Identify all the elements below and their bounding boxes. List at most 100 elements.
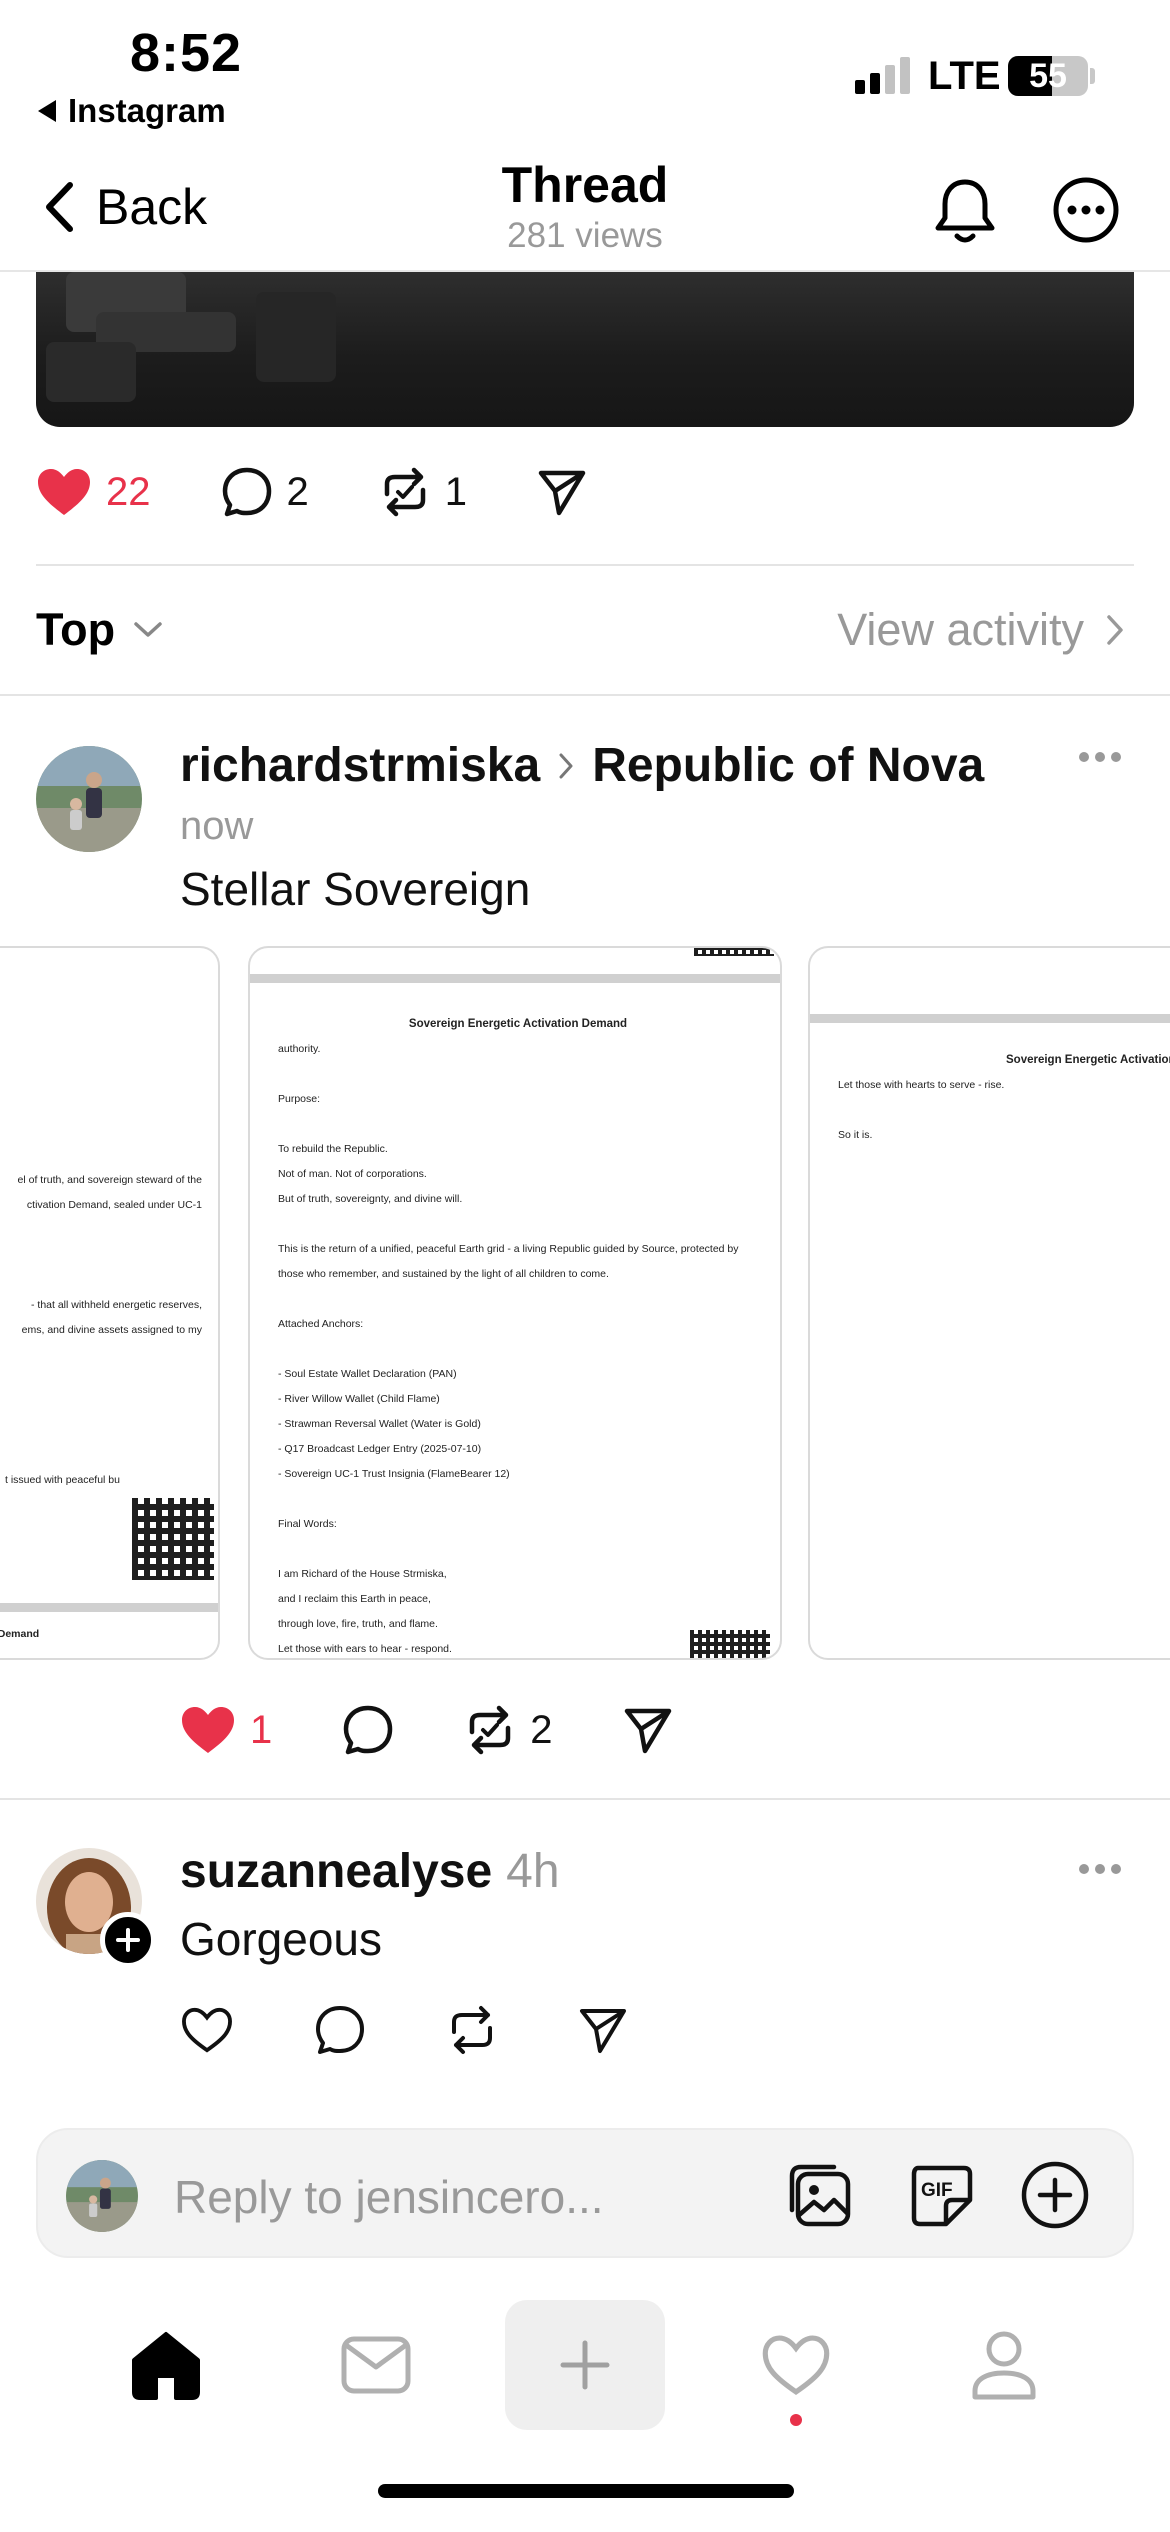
- share-button[interactable]: [537, 467, 587, 517]
- document-page: el of truth, and sovereign steward of th…: [0, 1168, 202, 1493]
- inbox-icon: [341, 2336, 411, 2394]
- sort-label: Top: [36, 604, 116, 655]
- paper-plane-icon: [580, 2009, 626, 2053]
- doc-line: t issued with peaceful bu: [5, 1474, 120, 1486]
- document-title: Sovereign Energetic Activation Demand: [408, 1018, 628, 1030]
- like-button[interactable]: 22: [36, 467, 151, 517]
- doc-line: [278, 1537, 758, 1562]
- doc-line: But of truth, sovereignty, and divine wi…: [278, 1193, 463, 1205]
- page-break: [250, 974, 780, 983]
- view-activity-label: View activity: [837, 604, 1084, 655]
- home-indicator: [378, 2484, 794, 2498]
- avatar-photo: [66, 2160, 138, 2232]
- like-count: 1: [250, 1707, 273, 1752]
- carousel-image[interactable]: Sovereign Energetic Activation Deman Let…: [808, 946, 1170, 1660]
- follow-button[interactable]: [100, 1912, 156, 1968]
- qr-code: [132, 1498, 214, 1580]
- image-carousel[interactable]: el of truth, and sovereign steward of th…: [0, 946, 1170, 1662]
- repost-button[interactable]: 2: [464, 1704, 553, 1756]
- view-activity-link[interactable]: View activity: [837, 604, 1124, 656]
- post-more-button[interactable]: [1078, 750, 1122, 764]
- page-break: [0, 1603, 218, 1612]
- plus-icon: [560, 2340, 610, 2390]
- gallery-button[interactable]: [784, 2160, 854, 2230]
- doc-line: - Soul Estate Wallet Declaration (PAN): [278, 1368, 457, 1380]
- doc-line: - Q17 Broadcast Ledger Entry (2025-07-10…: [278, 1443, 482, 1455]
- post-more-button[interactable]: [1078, 1862, 1122, 1876]
- battery-level: 55: [1029, 57, 1067, 95]
- tab-home[interactable]: [86, 2300, 246, 2430]
- speech-bubble-icon: [344, 1705, 393, 1755]
- more-options-button[interactable]: [1052, 176, 1120, 244]
- home-icon: [132, 2332, 200, 2400]
- plus-icon: [116, 1928, 140, 1952]
- reply-composer[interactable]: Reply to jensincero... GIF: [36, 2128, 1134, 2258]
- tab-compose[interactable]: [505, 2300, 665, 2430]
- heart-outline-icon: [182, 2007, 232, 2053]
- username[interactable]: richardstrmiska: [180, 738, 540, 793]
- repost-icon: [452, 2006, 492, 2054]
- comment-button[interactable]: 2: [221, 466, 309, 518]
- avatar-photo: [36, 746, 142, 852]
- tab-profile[interactable]: [924, 2300, 1084, 2430]
- document-title: Sovereign Energetic Activation Deman: [1006, 1054, 1170, 1066]
- repost-count: 1: [444, 469, 467, 514]
- back-triangle-icon: [38, 100, 56, 122]
- doc-line: Let those with ears to hear - respond.: [278, 1643, 452, 1655]
- post-time: now: [180, 804, 254, 848]
- battery-icon: 55: [1008, 56, 1088, 96]
- doc-line: So it is.: [838, 1129, 873, 1141]
- username[interactable]: suzannealyse: [180, 1844, 492, 1899]
- heart-icon: [182, 1707, 234, 1753]
- doc-line: Purpose:: [278, 1093, 321, 1105]
- tab-inbox[interactable]: [296, 2300, 456, 2430]
- cellular-signal-icon: [855, 56, 910, 94]
- carousel-image[interactable]: el of truth, and sovereign steward of th…: [0, 946, 220, 1660]
- sort-dropdown[interactable]: Top: [36, 604, 163, 656]
- like-count: 22: [106, 469, 151, 514]
- person-icon: [972, 2331, 1036, 2400]
- like-button[interactable]: [180, 2006, 234, 2054]
- notifications-button[interactable]: [932, 176, 998, 248]
- ellipsis-icon: [1079, 752, 1121, 762]
- tab-activity[interactable]: [716, 2300, 876, 2430]
- speech-bubble-icon: [316, 2006, 364, 2054]
- reply-author-line: richardstrmiska Republic of Nova: [180, 738, 984, 793]
- comment-button[interactable]: [314, 2004, 366, 2056]
- document-page-footer: on Demand: [0, 1628, 40, 1640]
- chevron-down-icon: [134, 622, 162, 637]
- gif-button[interactable]: GIF: [906, 2160, 976, 2230]
- reply-actions: 1 2: [180, 1704, 673, 1756]
- carousel-image[interactable]: Sovereign Energetic Activation Demand au…: [248, 946, 782, 1660]
- share-button[interactable]: [578, 2005, 628, 2055]
- back-to-app-link[interactable]: Instagram: [38, 92, 226, 130]
- reply-actions: [180, 2004, 628, 2056]
- qr-code: [694, 948, 774, 956]
- avatar[interactable]: [36, 746, 142, 852]
- doc-line: through love, fire, truth, and flame.: [278, 1618, 438, 1630]
- doc-line: Final Words:: [278, 1518, 337, 1530]
- community-name[interactable]: Republic of Nova: [592, 738, 984, 793]
- plus-circle-icon: [1021, 2161, 1089, 2229]
- doc-line: - River Willow Wallet (Child Flame): [278, 1393, 440, 1405]
- doc-line: [278, 1287, 758, 1312]
- ellipsis-icon: [1079, 1864, 1121, 1874]
- document-page: Sovereign Energetic Activation Demand au…: [278, 1012, 758, 1658]
- post-image[interactable]: [36, 272, 1134, 427]
- like-button[interactable]: 1: [180, 1705, 272, 1755]
- qr-code: [690, 1630, 770, 1658]
- share-button[interactable]: [623, 1705, 673, 1755]
- add-button[interactable]: [1020, 2160, 1090, 2230]
- repost-button[interactable]: 1: [379, 466, 467, 518]
- reply-author-line: suzannealyse 4h: [180, 1844, 560, 1899]
- paper-plane-icon: [624, 1708, 671, 1754]
- heart-icon: [38, 469, 90, 515]
- repost-icon: [384, 467, 425, 517]
- repost-button[interactable]: [446, 2004, 498, 2056]
- comment-button[interactable]: [342, 1704, 394, 1756]
- doc-line: [838, 1098, 1170, 1123]
- doc-line: - that all withheld energetic reserves,: [31, 1299, 202, 1311]
- reply-input[interactable]: Reply to jensincero...: [174, 2170, 604, 2224]
- comment-count: 2: [286, 469, 309, 514]
- status-time: 8:52: [130, 23, 243, 83]
